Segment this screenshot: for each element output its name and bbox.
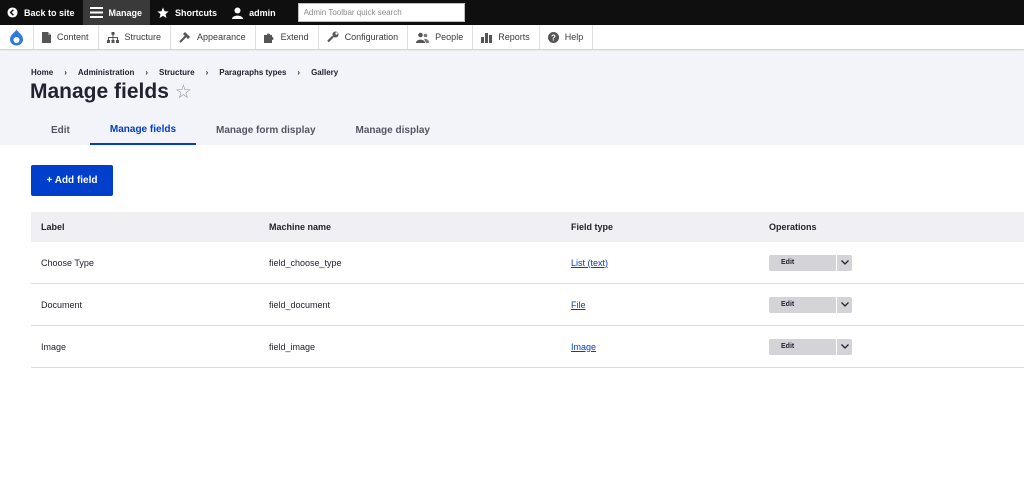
admin-menu: Content Structure Appearance Extend Conf… (0, 25, 1024, 50)
tab-edit[interactable]: Edit (31, 116, 90, 145)
header-machine-name: Machine name (269, 222, 332, 232)
header-label: Label (41, 222, 65, 232)
page-header: Home › Administration › Structure › Para… (0, 51, 1024, 145)
breadcrumb-home[interactable]: Home (31, 68, 53, 77)
breadcrumb-separator: › (297, 68, 301, 77)
menu-item-label: Extend (280, 32, 309, 42)
operations-dropbutton: Edit (769, 254, 852, 271)
help-icon: ? (547, 31, 559, 43)
header-field-type: Field type (571, 222, 614, 232)
menu-item-reports[interactable]: Reports (473, 25, 540, 49)
menu-item-structure[interactable]: Structure (99, 25, 172, 49)
tab-manage-form-display[interactable]: Manage form display (196, 116, 335, 145)
operations-toggle[interactable] (836, 296, 852, 313)
user-icon (232, 7, 244, 19)
appearance-icon (179, 32, 191, 43)
svg-text:?: ? (551, 33, 556, 42)
row-field-type-link[interactable]: List (text) (571, 258, 608, 268)
shortcuts-tab[interactable]: Shortcuts (150, 0, 225, 25)
shortcuts-label: Shortcuts (175, 7, 218, 18)
operations-dropbutton: Edit (769, 296, 852, 313)
menu-item-people[interactable]: People (408, 25, 474, 49)
user-label: admin (249, 7, 276, 18)
back-arrow-icon (7, 7, 18, 18)
header-operations: Operations (769, 222, 817, 232)
menu-item-appearance[interactable]: Appearance (171, 25, 256, 49)
table-row: Choose Type field_choose_type List (text… (31, 242, 1024, 284)
reports-icon (481, 32, 493, 43)
row-label: Choose Type (41, 257, 94, 268)
menu-item-label: Configuration (344, 32, 399, 42)
star-icon (157, 7, 169, 18)
tab-manage-display[interactable]: Manage display (336, 116, 450, 145)
row-label: Document (41, 299, 83, 310)
row-machine-name: field_image (269, 341, 316, 352)
edit-button[interactable]: Edit (769, 338, 836, 355)
table-row: Image field_image Image Edit (31, 326, 1024, 368)
breadcrumb-gallery[interactable]: Gallery (311, 68, 338, 77)
breadcrumb: Home › Administration › Structure › Para… (31, 68, 338, 77)
row-machine-name: field_document (269, 299, 331, 310)
admin-toolbar: Back to site Manage Shortcuts admin (0, 0, 1024, 25)
chevron-down-icon (840, 302, 849, 307)
table-row: Document field_document File Edit (31, 284, 1024, 326)
breadcrumb-paragraphs-types[interactable]: Paragraphs types (219, 68, 286, 77)
menu-item-label: Content (57, 32, 89, 42)
menu-item-extend[interactable]: Extend (256, 25, 319, 49)
page-title: Manage fields (30, 80, 169, 103)
page-title-row: Manage fields ☆ (30, 80, 192, 104)
menu-item-help[interactable]: ? Help (540, 25, 594, 49)
chevron-down-icon (840, 260, 849, 265)
table-header: Label Machine name Field type Operations (31, 212, 1024, 242)
menu-item-label: Appearance (197, 32, 246, 42)
people-icon (416, 32, 430, 43)
menu-item-label: Structure (124, 32, 162, 42)
extend-icon (263, 33, 274, 43)
breadcrumb-administration[interactable]: Administration (78, 68, 134, 77)
row-machine-name: field_choose_type (269, 257, 342, 268)
back-to-site-link[interactable]: Back to site (0, 0, 83, 25)
row-label: Image (41, 341, 67, 352)
operations-dropbutton: Edit (769, 338, 852, 355)
manage-tab[interactable]: Manage (82, 0, 151, 25)
structure-icon (106, 31, 119, 43)
back-to-site-label: Back to site (24, 7, 75, 18)
row-field-type-link[interactable]: File (571, 300, 586, 310)
fields-table: Label Machine name Field type Operations… (31, 212, 1024, 368)
breadcrumb-separator: › (145, 68, 149, 77)
row-field-type-link[interactable]: Image (571, 342, 596, 352)
menu-item-label: Help (564, 32, 584, 42)
edit-button[interactable]: Edit (769, 254, 836, 271)
local-tabs: Edit Manage fields Manage form display M… (31, 116, 450, 145)
toolbar-search-input[interactable] (297, 3, 465, 22)
menu-item-configuration[interactable]: Configuration (319, 25, 409, 49)
breadcrumb-separator: › (205, 68, 209, 77)
menu-item-content[interactable]: Content (34, 25, 99, 49)
content-icon (42, 31, 51, 43)
operations-toggle[interactable] (836, 338, 852, 355)
manage-label: Manage (108, 7, 143, 18)
add-field-button[interactable]: + Add field (31, 165, 113, 196)
wrench-icon (326, 31, 339, 43)
user-tab[interactable]: admin (225, 0, 284, 25)
hamburger-icon (89, 7, 103, 18)
operations-toggle[interactable] (836, 254, 852, 271)
breadcrumb-separator: › (64, 68, 67, 77)
menu-item-label: Reports (498, 32, 530, 42)
shortcut-star-icon[interactable]: ☆ (175, 81, 192, 104)
drupal-logo-icon[interactable] (0, 25, 34, 49)
menu-item-label: People (435, 32, 464, 42)
tab-manage-fields[interactable]: Manage fields (89, 116, 197, 145)
breadcrumb-structure[interactable]: Structure (159, 68, 195, 77)
edit-button[interactable]: Edit (769, 296, 836, 313)
chevron-down-icon (840, 344, 849, 349)
